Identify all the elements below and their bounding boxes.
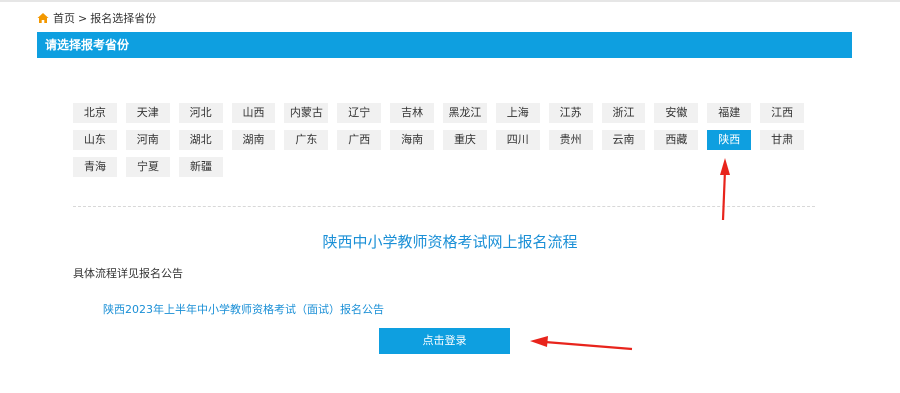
province-button[interactable]: 河南 bbox=[125, 130, 170, 150]
province-button[interactable]: 上海 bbox=[495, 103, 540, 123]
province-button[interactable]: 辽宁 bbox=[337, 103, 382, 123]
province-button[interactable]: 重庆 bbox=[443, 130, 487, 150]
top-border bbox=[0, 0, 900, 2]
province-button[interactable]: 安徽 bbox=[654, 103, 699, 123]
province-button[interactable]: 吉林 bbox=[390, 103, 435, 123]
breadcrumb-home-link[interactable]: 首页 bbox=[53, 10, 75, 26]
flow-note: 具体流程详见报名公告 bbox=[73, 267, 183, 280]
province-button[interactable]: 广西 bbox=[337, 130, 382, 150]
province-button[interactable]: 海南 bbox=[390, 130, 435, 150]
registration-notice-link[interactable]: 陕西2023年上半年中小学教师资格考试（面试）报名公告 bbox=[103, 301, 384, 317]
home-icon[interactable] bbox=[37, 12, 49, 24]
province-button[interactable]: 内蒙古 bbox=[284, 103, 329, 123]
province-button[interactable]: 广东 bbox=[284, 130, 329, 150]
province-button[interactable]: 云南 bbox=[601, 130, 646, 150]
province-button[interactable]: 宁夏 bbox=[126, 157, 170, 177]
province-row: 山东 河南 湖北 湖南 广东 广西 海南 重庆 四川 贵州 云南 西藏 陕西 甘肃 bbox=[73, 130, 813, 150]
province-button[interactable]: 河北 bbox=[178, 103, 223, 123]
login-button[interactable]: 点击登录 bbox=[379, 328, 510, 354]
province-button[interactable]: 西藏 bbox=[654, 130, 699, 150]
flow-title: 陕西中小学教师资格考试网上报名流程 bbox=[322, 233, 578, 251]
province-row: 北京 天津 河北 山西 内蒙古 辽宁 吉林 黑龙江 上海 江苏 浙江 安徽 福建 江西 bbox=[73, 103, 813, 123]
province-button[interactable]: 四川 bbox=[495, 130, 540, 150]
province-button[interactable]: 山东 bbox=[73, 130, 117, 150]
province-row: 青海 宁夏 新疆 bbox=[73, 157, 813, 177]
province-button[interactable]: 新疆 bbox=[179, 157, 223, 177]
province-button[interactable]: 山西 bbox=[231, 103, 276, 123]
province-button[interactable]: 青海 bbox=[73, 157, 117, 177]
dashed-divider bbox=[73, 206, 815, 207]
province-button[interactable]: 江苏 bbox=[548, 103, 593, 123]
province-button[interactable]: 福建 bbox=[707, 103, 752, 123]
province-button[interactable]: 陕西 bbox=[707, 130, 752, 150]
section-banner: 请选择报考省份 bbox=[37, 32, 852, 58]
province-button[interactable]: 江西 bbox=[760, 103, 805, 123]
breadcrumb-current: 报名选择省份 bbox=[90, 12, 157, 25]
province-button[interactable]: 湖南 bbox=[231, 130, 276, 150]
province-button[interactable]: 浙江 bbox=[601, 103, 646, 123]
province-button[interactable]: 湖北 bbox=[178, 130, 223, 150]
breadcrumb: 首页 > 报名选择省份 bbox=[37, 10, 156, 26]
province-button[interactable]: 北京 bbox=[73, 103, 117, 123]
province-grid: 北京 天津 河北 山西 内蒙古 辽宁 吉林 黑龙江 上海 江苏 浙江 安徽 福建 江西 山东 河南 湖北 湖南广… bbox=[73, 103, 813, 184]
annotation-arrow-left bbox=[530, 336, 633, 351]
province-button[interactable]: 天津 bbox=[125, 103, 170, 123]
province-button[interactable]: 贵州 bbox=[548, 130, 593, 150]
breadcrumb-separator: > bbox=[78, 11, 88, 25]
province-button[interactable]: 黑龙江 bbox=[443, 103, 487, 123]
province-button[interactable]: 甘肃 bbox=[760, 130, 805, 150]
